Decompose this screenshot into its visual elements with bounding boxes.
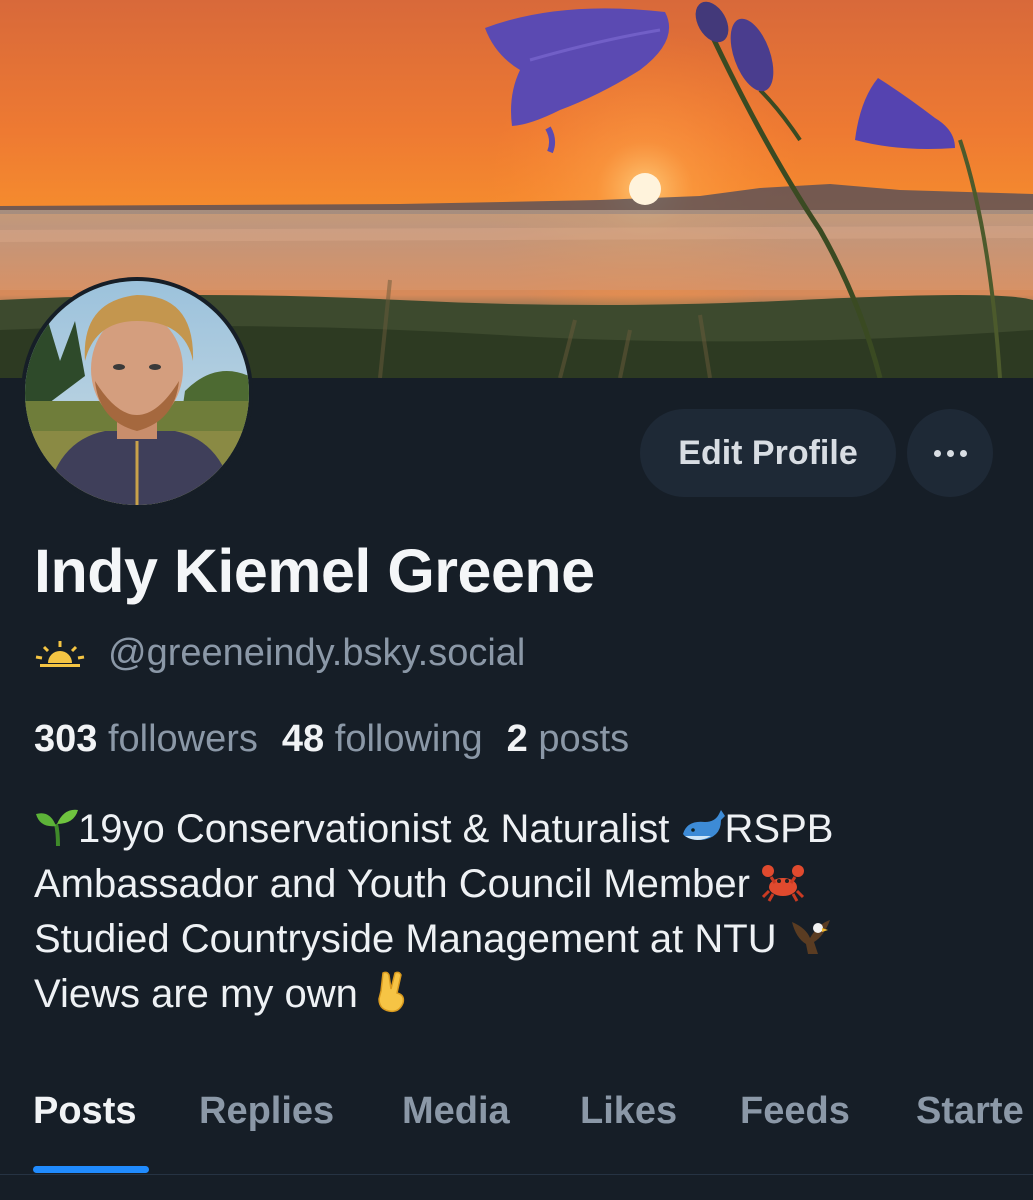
tab-media[interactable]: Media (402, 1090, 510, 1133)
victory-hand-icon (378, 971, 405, 1013)
tab-replies[interactable]: Replies (199, 1090, 334, 1133)
crab-icon (762, 865, 805, 902)
sunrise-icon (35, 640, 85, 667)
display-name: Indy Kiemel Greene (34, 537, 595, 605)
more-options-button[interactable] (907, 409, 993, 497)
profile-handle[interactable]: @greeneindy.bsky.social (108, 632, 525, 675)
profile-tabs: Posts Replies Media Likes Feeds Starte (0, 1082, 1033, 1200)
profile-stats: 303 followers 48 following 2 posts (34, 718, 629, 761)
active-tab-indicator (33, 1166, 149, 1173)
handle-row: @greeneindy.bsky.social (34, 632, 525, 675)
tabs-divider (0, 1174, 1033, 1175)
eagle-icon (791, 920, 830, 954)
seedling-icon (36, 809, 78, 847)
following-stat[interactable]: 48 following (282, 718, 483, 760)
avatar-photo (25, 281, 249, 505)
posts-stat: 2 posts (506, 718, 630, 760)
edit-profile-button[interactable]: Edit Profile (640, 409, 896, 497)
tab-starter-packs[interactable]: Starte (916, 1090, 1024, 1133)
followers-stat[interactable]: 303 followers (34, 718, 258, 760)
tab-posts[interactable]: Posts (33, 1090, 136, 1133)
profile-avatar[interactable] (21, 277, 253, 509)
tab-feeds[interactable]: Feeds (740, 1090, 850, 1133)
ellipsis-icon (933, 449, 967, 457)
whale-icon (682, 810, 725, 840)
profile-bio: 19yo Conservationist & Naturalist RSPB A… (34, 802, 994, 1022)
tab-likes[interactable]: Likes (580, 1090, 677, 1133)
